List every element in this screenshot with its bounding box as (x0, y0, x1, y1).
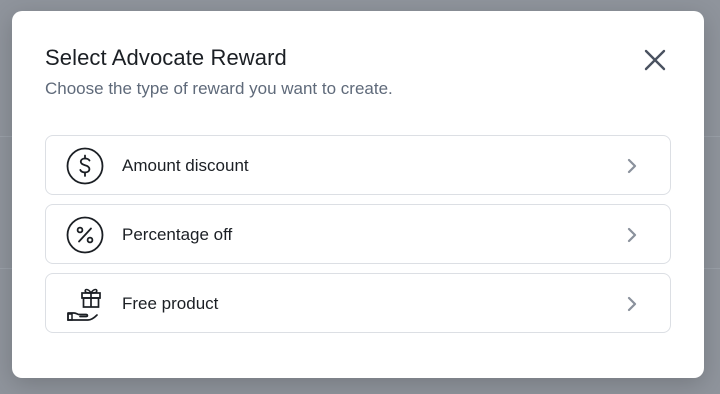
close-button[interactable] (642, 47, 668, 73)
option-label: Free product (122, 294, 219, 313)
modal-subtitle: Choose the type of reward you want to cr… (45, 79, 393, 98)
dollar-circle-icon (66, 147, 104, 185)
percent-circle-icon (66, 216, 104, 254)
option-label: Amount discount (122, 156, 249, 175)
option-label: Percentage off (122, 225, 233, 244)
chevron-right-icon (624, 225, 640, 245)
option-amount-discount[interactable]: Amount discount (45, 135, 671, 195)
reward-modal: Select Advocate Reward Choose the type o… (12, 11, 704, 378)
chevron-right-icon (624, 156, 640, 176)
gift-hand-icon (66, 285, 104, 323)
close-icon (644, 49, 666, 71)
option-free-product[interactable]: Free product (45, 273, 671, 333)
option-percentage-off[interactable]: Percentage off (45, 204, 671, 264)
modal-title: Select Advocate Reward (45, 45, 287, 70)
reward-options-list: Amount discount Percentage off Free prod… (45, 135, 671, 342)
chevron-right-icon (624, 294, 640, 314)
